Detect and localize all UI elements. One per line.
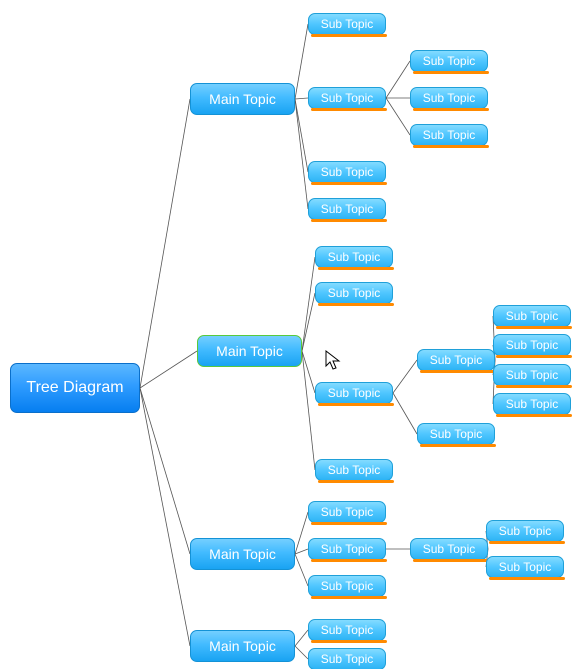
sub-topic-node[interactable]: Sub Topic: [410, 50, 488, 72]
sub-topic-node[interactable]: Sub Topic: [410, 124, 488, 146]
sub-topic-node[interactable]: Sub Topic: [315, 459, 393, 481]
sub-topic-node[interactable]: Sub Topic: [410, 538, 488, 560]
sub-topic-node[interactable]: Sub Topic: [308, 87, 386, 109]
sub-topic-node[interactable]: Sub Topic: [493, 305, 571, 327]
sub-topic-node[interactable]: Sub Topic: [486, 556, 564, 578]
sub-topic-node[interactable]: Sub Topic: [308, 501, 386, 523]
sub-topic-node[interactable]: Sub Topic: [308, 161, 386, 183]
sub-topic-node[interactable]: Sub Topic: [315, 246, 393, 268]
diagram-canvas[interactable]: Tree Diagram Main Topic Main Topic Main Top…: [0, 0, 580, 669]
main-topic-node[interactable]: Main Topic: [190, 538, 295, 570]
sub-topic-node[interactable]: Sub Topic: [308, 648, 386, 669]
root-node[interactable]: Tree Diagram: [10, 363, 140, 413]
sub-topic-node[interactable]: Sub Topic: [417, 349, 495, 371]
main-topic-node[interactable]: Main Topic: [190, 83, 295, 115]
sub-topic-node[interactable]: Sub Topic: [308, 619, 386, 641]
sub-topic-node[interactable]: Sub Topic: [308, 13, 386, 35]
main-topic-node[interactable]: Main Topic: [197, 335, 302, 367]
sub-topic-node[interactable]: Sub Topic: [493, 364, 571, 386]
cursor-icon: [325, 350, 341, 372]
sub-topic-node[interactable]: Sub Topic: [308, 575, 386, 597]
sub-topic-node[interactable]: Sub Topic: [315, 282, 393, 304]
sub-topic-node[interactable]: Sub Topic: [493, 393, 571, 415]
sub-topic-node[interactable]: Sub Topic: [417, 423, 495, 445]
sub-topic-node[interactable]: Sub Topic: [486, 520, 564, 542]
sub-topic-node[interactable]: Sub Topic: [410, 87, 488, 109]
sub-topic-node[interactable]: Sub Topic: [493, 334, 571, 356]
main-topic-node[interactable]: Main Topic: [190, 630, 295, 662]
sub-topic-node[interactable]: Sub Topic: [315, 382, 393, 404]
sub-topic-node[interactable]: Sub Topic: [308, 538, 386, 560]
sub-topic-node[interactable]: Sub Topic: [308, 198, 386, 220]
